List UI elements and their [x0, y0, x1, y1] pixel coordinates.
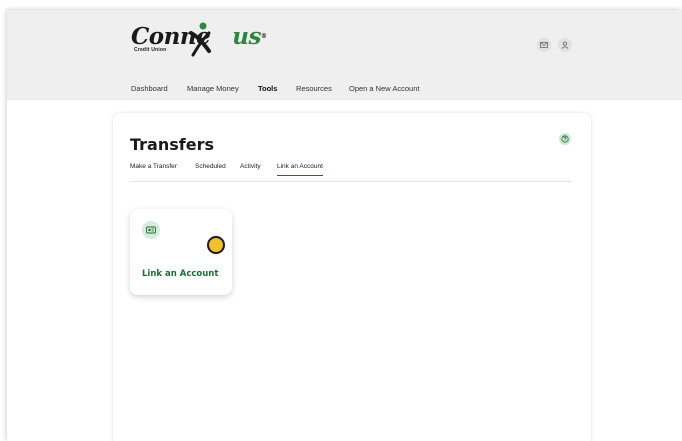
nav-resources[interactable]: Resources — [296, 84, 332, 93]
app-frame: Conne us® Credit Union Dashboard Manage M… — [7, 10, 682, 441]
nav-dashboard[interactable]: Dashboard — [131, 84, 168, 93]
tab-make-a-transfer[interactable]: Make a Transfer — [130, 163, 177, 175]
nav-manage-money[interactable]: Manage Money — [187, 84, 239, 93]
help-icon[interactable] — [559, 133, 571, 145]
cursor-indicator-icon — [207, 236, 225, 254]
link-account-icon — [142, 221, 160, 239]
user-icon[interactable] — [558, 38, 572, 52]
logo-subtitle: Credit Union — [134, 47, 167, 53]
mail-icon[interactable] — [537, 38, 551, 52]
connexus-logo[interactable]: Conne us® Credit Union — [131, 21, 267, 61]
link-account-card[interactable]: Link an Account — [130, 209, 232, 295]
tab-activity[interactable]: Activity — [240, 163, 261, 175]
top-header: Conne us® Credit Union Dashboard Manage M… — [7, 10, 682, 100]
transfer-tabs: Make a Transfer Scheduled Activity Link … — [130, 163, 572, 182]
nav-tools[interactable]: Tools — [258, 84, 277, 93]
tab-scheduled[interactable]: Scheduled — [195, 163, 226, 175]
page-title: Transfers — [130, 135, 214, 154]
link-account-label: Link an Account — [142, 269, 219, 279]
logo-x-mark — [189, 22, 211, 57]
nav-open-new-account[interactable]: Open a New Account — [349, 84, 419, 93]
tab-link-an-account[interactable]: Link an Account — [277, 163, 323, 176]
transfers-panel: Transfers Make a Transfer Scheduled Acti… — [113, 113, 591, 441]
